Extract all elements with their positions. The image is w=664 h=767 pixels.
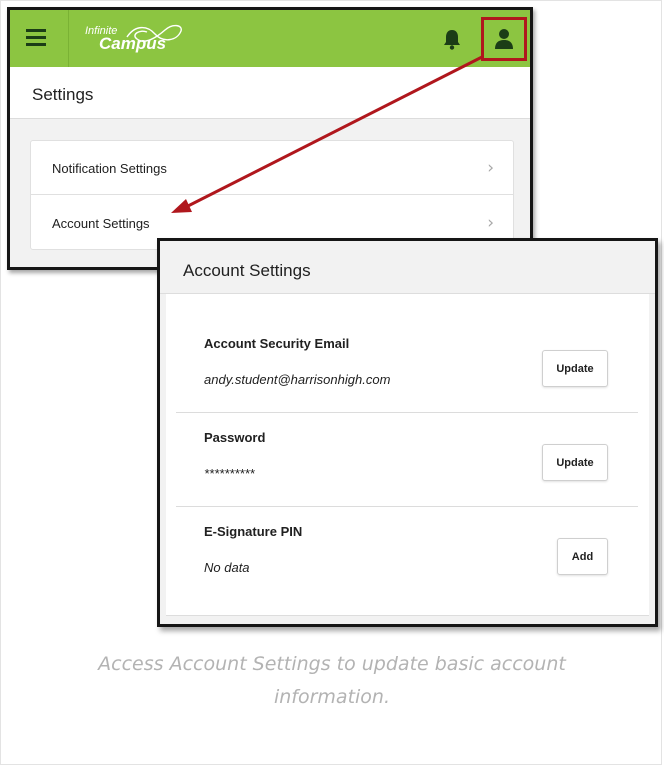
update-password-button[interactable]: Update: [542, 444, 608, 481]
settings-screenshot: Infinite Campus Settings Notification Se…: [7, 7, 533, 270]
caption-line-1: Access Account Settings to update basic …: [98, 653, 566, 675]
user-account-button[interactable]: [481, 17, 527, 61]
account-settings-title: Account Settings: [183, 261, 311, 280]
e-signature-pin-row: E-Signature PIN No data Add: [166, 506, 649, 600]
add-pin-button[interactable]: Add: [557, 538, 608, 575]
row-value: **********: [204, 466, 255, 481]
chevron-right-icon: ›: [487, 213, 494, 233]
caption-line-2: information.: [273, 686, 391, 708]
update-email-button[interactable]: Update: [542, 350, 608, 387]
account-security-email-row: Account Security Email andy.student@harr…: [166, 318, 649, 412]
list-item-label: Account Settings: [52, 216, 150, 231]
account-settings-header: Account Settings: [160, 241, 655, 294]
hamburger-menu-icon[interactable]: [26, 29, 46, 47]
account-settings-body: Account Security Email andy.student@harr…: [166, 294, 649, 616]
row-label: Account Security Email: [204, 336, 350, 351]
row-value: andy.student@harrisonhigh.com: [204, 372, 391, 387]
list-item-label: Notification Settings: [52, 161, 167, 176]
settings-list: Notification Settings › Account Settings…: [30, 140, 514, 250]
page-title: Settings: [32, 85, 94, 104]
top-navigation-bar: Infinite Campus: [10, 10, 530, 67]
row-label: E-Signature PIN: [204, 524, 303, 539]
settings-header: Settings: [10, 67, 530, 119]
row-label: Password: [204, 430, 266, 445]
figure-caption: Access Account Settings to update basic …: [0, 648, 664, 714]
infinite-campus-logo: Infinite Campus: [85, 23, 185, 55]
chevron-right-icon: ›: [487, 158, 494, 178]
notification-bell-icon[interactable]: [443, 28, 461, 50]
account-settings-screenshot: Account Settings Account Security Email …: [157, 238, 658, 627]
toolbar-divider: [68, 10, 69, 67]
user-icon: [495, 29, 513, 49]
password-row: Password ********** Update: [166, 412, 649, 506]
logo-swirl-icon: [126, 24, 182, 42]
notification-settings-item[interactable]: Notification Settings ›: [31, 141, 513, 195]
row-value: No data: [204, 560, 250, 575]
